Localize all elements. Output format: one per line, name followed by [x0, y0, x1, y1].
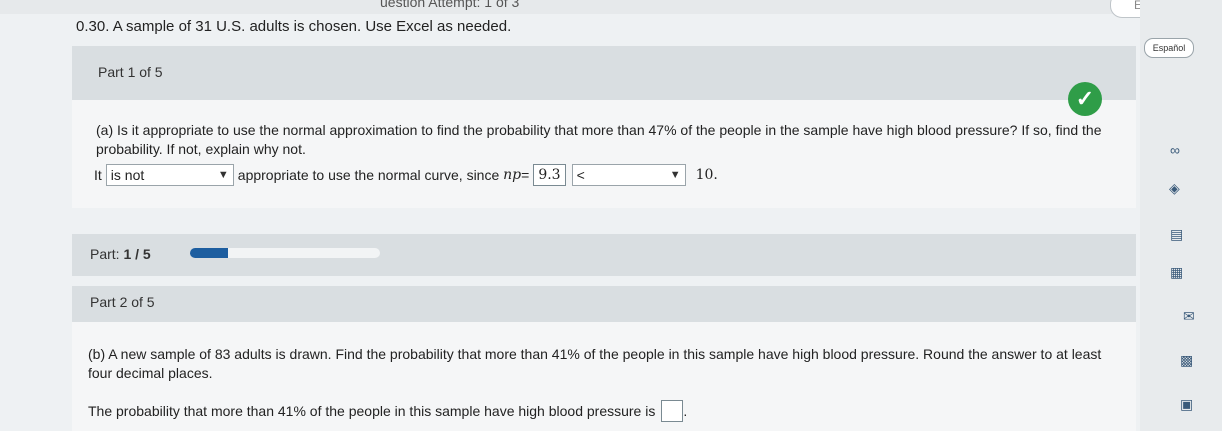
part2-title: Part 2 of 5 — [90, 294, 155, 310]
progress-bar — [190, 248, 380, 258]
media-icon[interactable]: ▣ — [1180, 396, 1193, 413]
dropdown-arrow-icon: ▼ — [217, 169, 229, 181]
attempt-counter: uestion Attempt: 1 of 3 — [380, 0, 520, 10]
hint-icon[interactable]: ◈ — [1169, 180, 1180, 197]
part2-answer-line: The probability that more than 41% of th… — [88, 400, 687, 422]
part2-header: Part 2 of 5 — [72, 286, 1136, 322]
question-title: 0.30. A sample of 31 U.S. adults is chos… — [76, 18, 512, 35]
comparison-select-value: < — [576, 167, 585, 183]
top-bar: uestion Attempt: 1 of 3 — [0, 0, 1222, 14]
answer-mid-text: appropriate to use the normal curve, sin… — [237, 167, 500, 183]
dropdown-arrow-icon: ▼ — [669, 169, 681, 181]
part2-question: (b) A new sample of 83 adults is drawn. … — [88, 346, 1102, 381]
part1-question: (a) Is it appropriate to use the normal … — [96, 122, 1102, 157]
equals-sign: = — [521, 167, 530, 183]
part1-answer-line: It is not ▼ appropriate to use the norma… — [94, 164, 718, 186]
answer-prefix: It — [94, 167, 102, 183]
language-toggle-button[interactable]: Español — [1144, 38, 1194, 58]
part2-answer-suffix: . — [683, 403, 688, 419]
part1-header: Part 1 of 5 — [72, 46, 1136, 100]
np-label: np — [503, 167, 522, 183]
progress-bar-fill — [190, 248, 228, 258]
appropriateness-select[interactable]: is not ▼ — [105, 164, 234, 186]
progress-label-text: Part: — [90, 246, 120, 262]
message-icon[interactable]: ✉ — [1183, 308, 1195, 325]
probability-answer-input[interactable] — [661, 400, 684, 422]
appropriateness-select-value: is not — [110, 167, 145, 183]
progress-value: 1 / 5 — [123, 246, 151, 262]
correct-check-icon: ✓ — [1068, 82, 1102, 116]
comparison-select[interactable]: < ▼ — [571, 164, 686, 186]
progress-row: Part: 1 / 5 — [72, 234, 1136, 276]
part2-answer-prefix: The probability that more than 41% of th… — [88, 403, 656, 419]
comparison-value: 10. — [695, 167, 718, 183]
progress-label: Part: 1 / 5 — [90, 246, 151, 262]
calculator-icon[interactable]: ▦ — [1170, 264, 1183, 281]
textbook-icon[interactable]: ▤ — [1170, 226, 1183, 243]
np-value-field[interactable]: 9.3 — [533, 164, 566, 186]
chart-icon[interactable]: ▩ — [1180, 352, 1193, 369]
infinity-icon[interactable]: ∞ — [1170, 142, 1180, 158]
part1-title: Part 1 of 5 — [98, 64, 163, 80]
